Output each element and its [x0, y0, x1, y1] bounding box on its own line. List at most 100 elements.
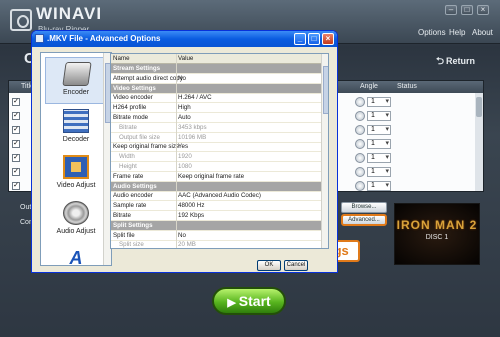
- preview-angle-button[interactable]: [355, 153, 365, 163]
- grid-property-row[interactable]: Split file No: [111, 231, 328, 241]
- angle-select[interactable]: 1: [367, 167, 391, 177]
- category-decoder[interactable]: Decoder: [45, 105, 107, 152]
- return-label: Return: [446, 56, 476, 66]
- dialog-titlebar[interactable]: .MKV File - Advanced Options _ □ ×: [32, 31, 337, 47]
- menu-options[interactable]: Options: [418, 28, 446, 37]
- property-name: Split file: [113, 231, 135, 239]
- preview-angle-button[interactable]: [355, 125, 365, 135]
- start-label: Start: [238, 293, 271, 309]
- category-subtitle[interactable]: A: [45, 243, 107, 266]
- table-scrollbar[interactable]: [475, 93, 483, 191]
- property-value[interactable]: No: [178, 75, 186, 82]
- category-label: Audio Adjust: [56, 228, 96, 235]
- angle-select[interactable]: 1: [367, 125, 391, 135]
- start-button[interactable]: ▶ Start: [212, 287, 286, 315]
- row-checkbox[interactable]: ✓: [12, 98, 20, 106]
- grid-section-row: Split Settings: [111, 220, 328, 231]
- grid-property-row[interactable]: H264 profile High: [111, 103, 328, 114]
- grid-section-row: Stream Settings: [111, 64, 328, 74]
- grid-property-row[interactable]: Output file size 10196 MB: [111, 133, 328, 143]
- category-label: Encoder: [62, 89, 90, 96]
- preview-angle-button[interactable]: [355, 97, 365, 107]
- dialog-close-button[interactable]: ×: [322, 33, 334, 45]
- angle-select[interactable]: 1: [367, 181, 391, 191]
- property-name: Bitrate mode: [113, 114, 149, 121]
- property-value[interactable]: High: [178, 104, 191, 111]
- property-value[interactable]: Yes: [178, 143, 188, 150]
- grid-scrollbar[interactable]: [321, 54, 328, 248]
- grid-property-row[interactable]: Width 1920: [111, 152, 328, 163]
- category-label: Video Adjust: [56, 182, 96, 189]
- grid-column-divider: [176, 54, 177, 248]
- property-value[interactable]: 48000 Hz: [178, 202, 205, 209]
- ok-button[interactable]: OK: [257, 260, 281, 271]
- menu-about[interactable]: About: [472, 28, 493, 37]
- grid-property-row[interactable]: Keep original frame size Yes: [111, 142, 328, 153]
- angle-select[interactable]: 1: [367, 139, 391, 149]
- property-value[interactable]: AAC (Advanced Audio Codec): [178, 192, 261, 199]
- grid-property-row[interactable]: Bitrate 3453 kbps: [111, 123, 328, 133]
- disc-label: DISC 1: [425, 234, 449, 241]
- grid-property-row[interactable]: Frame rate Keep original frame rate: [111, 172, 328, 182]
- preview-angle-button[interactable]: [355, 111, 365, 121]
- dialog-maximize-button[interactable]: □: [308, 33, 320, 45]
- grid-property-row[interactable]: Audio encoder AAC (Advanced Audio Codec): [111, 191, 328, 202]
- property-value[interactable]: 192 Kbps: [178, 212, 204, 219]
- subtitle-icon: A: [69, 248, 83, 266]
- angle-select[interactable]: 1: [367, 111, 391, 121]
- minimize-button[interactable]: –: [445, 5, 457, 15]
- row-checkbox[interactable]: ✓: [12, 140, 20, 148]
- angle-select[interactable]: 1: [367, 153, 391, 163]
- dialog-minimize-button[interactable]: _: [294, 33, 306, 45]
- menu-help[interactable]: Help: [449, 28, 465, 37]
- property-value: 1080: [178, 163, 192, 170]
- category-video-adjust[interactable]: Video Adjust: [45, 151, 107, 198]
- grid-section-row: Video Settings: [111, 83, 328, 94]
- property-value: 1920: [178, 153, 192, 161]
- property-name: Audio encoder: [113, 192, 153, 200]
- dialog-app-icon: [35, 34, 44, 43]
- property-value[interactable]: No: [178, 232, 186, 239]
- scrollbar-thumb[interactable]: [323, 66, 328, 114]
- row-checkbox[interactable]: ✓: [12, 182, 20, 190]
- grid-property-row[interactable]: Bitrate 192 Kbps: [111, 211, 328, 221]
- return-button[interactable]: ⮌ Return: [436, 54, 475, 71]
- row-checkbox[interactable]: ✓: [12, 112, 20, 120]
- property-name: Split size: [119, 241, 144, 249]
- decoder-icon: [63, 109, 89, 133]
- scrollbar-thumb[interactable]: [476, 97, 482, 117]
- close-button[interactable]: ×: [477, 5, 489, 15]
- grid-property-row[interactable]: Split size 20 MB: [111, 240, 328, 249]
- category-audio-adjust[interactable]: Audio Adjust: [45, 197, 107, 244]
- property-value[interactable]: Auto: [178, 114, 191, 121]
- property-grid: Name Value Stream Settings Attempt audio …: [110, 53, 329, 249]
- row-checkbox[interactable]: ✓: [12, 126, 20, 134]
- disc-cover-image: IRON MAN 2 DISC 1: [394, 203, 480, 265]
- cancel-button[interactable]: Cancel: [284, 260, 308, 271]
- video-adjust-icon: [63, 155, 89, 179]
- grid-property-row[interactable]: Attempt audio direct copy No: [111, 74, 328, 84]
- grid-property-row[interactable]: Sample rate 48000 Hz: [111, 201, 328, 212]
- property-name: H264 profile: [113, 104, 147, 112]
- play-icon: ▶: [227, 297, 236, 309]
- grid-property-row[interactable]: Video encoder H.264 / AVC: [111, 93, 328, 104]
- preview-angle-button[interactable]: [355, 139, 365, 149]
- property-name: Video encoder: [113, 94, 153, 102]
- angle-select[interactable]: 1: [367, 97, 391, 107]
- grid-property-row[interactable]: Bitrate mode Auto: [111, 113, 328, 123]
- row-checkbox[interactable]: ✓: [12, 154, 20, 162]
- advanced-button[interactable]: Advanced...: [341, 214, 387, 226]
- property-value: 10196 MB: [178, 133, 207, 141]
- row-checkbox[interactable]: ✓: [12, 168, 20, 176]
- browse-button[interactable]: Browse...: [341, 202, 387, 213]
- property-value[interactable]: H.264 / AVC: [178, 94, 212, 101]
- col-status: Status: [397, 83, 417, 90]
- grid-property-row[interactable]: Height 1080: [111, 162, 328, 172]
- restore-button[interactable]: □: [461, 5, 473, 15]
- preview-angle-button[interactable]: [355, 167, 365, 177]
- property-value[interactable]: Keep original frame rate: [178, 173, 244, 180]
- preview-angle-button[interactable]: [355, 181, 365, 191]
- category-encoder[interactable]: Encoder: [45, 57, 107, 104]
- col-angle: Angle: [360, 83, 378, 90]
- disc-title: IRON MAN 2: [396, 218, 478, 232]
